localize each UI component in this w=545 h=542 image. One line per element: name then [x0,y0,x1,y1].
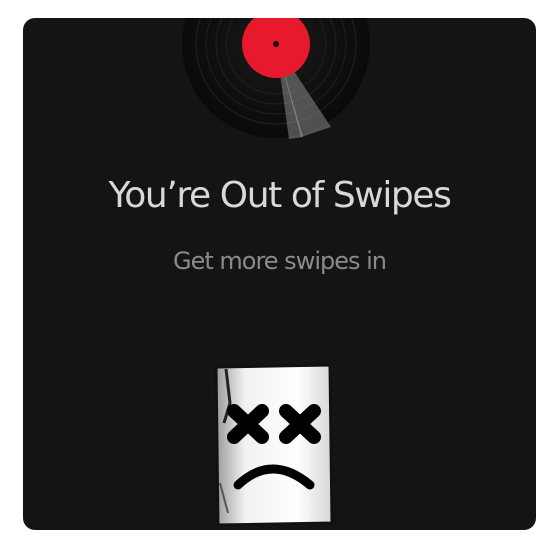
modal-subtitle: Get more swipes in [172,247,387,275]
sad-marshmallow-mascot-icon [214,363,334,527]
vinyl-record-icon [182,18,370,139]
modal-title: You’re Out of Swipes [108,175,451,216]
out-of-swipes-modal: You’re Out of Swipes Get more swipes in [23,18,536,530]
